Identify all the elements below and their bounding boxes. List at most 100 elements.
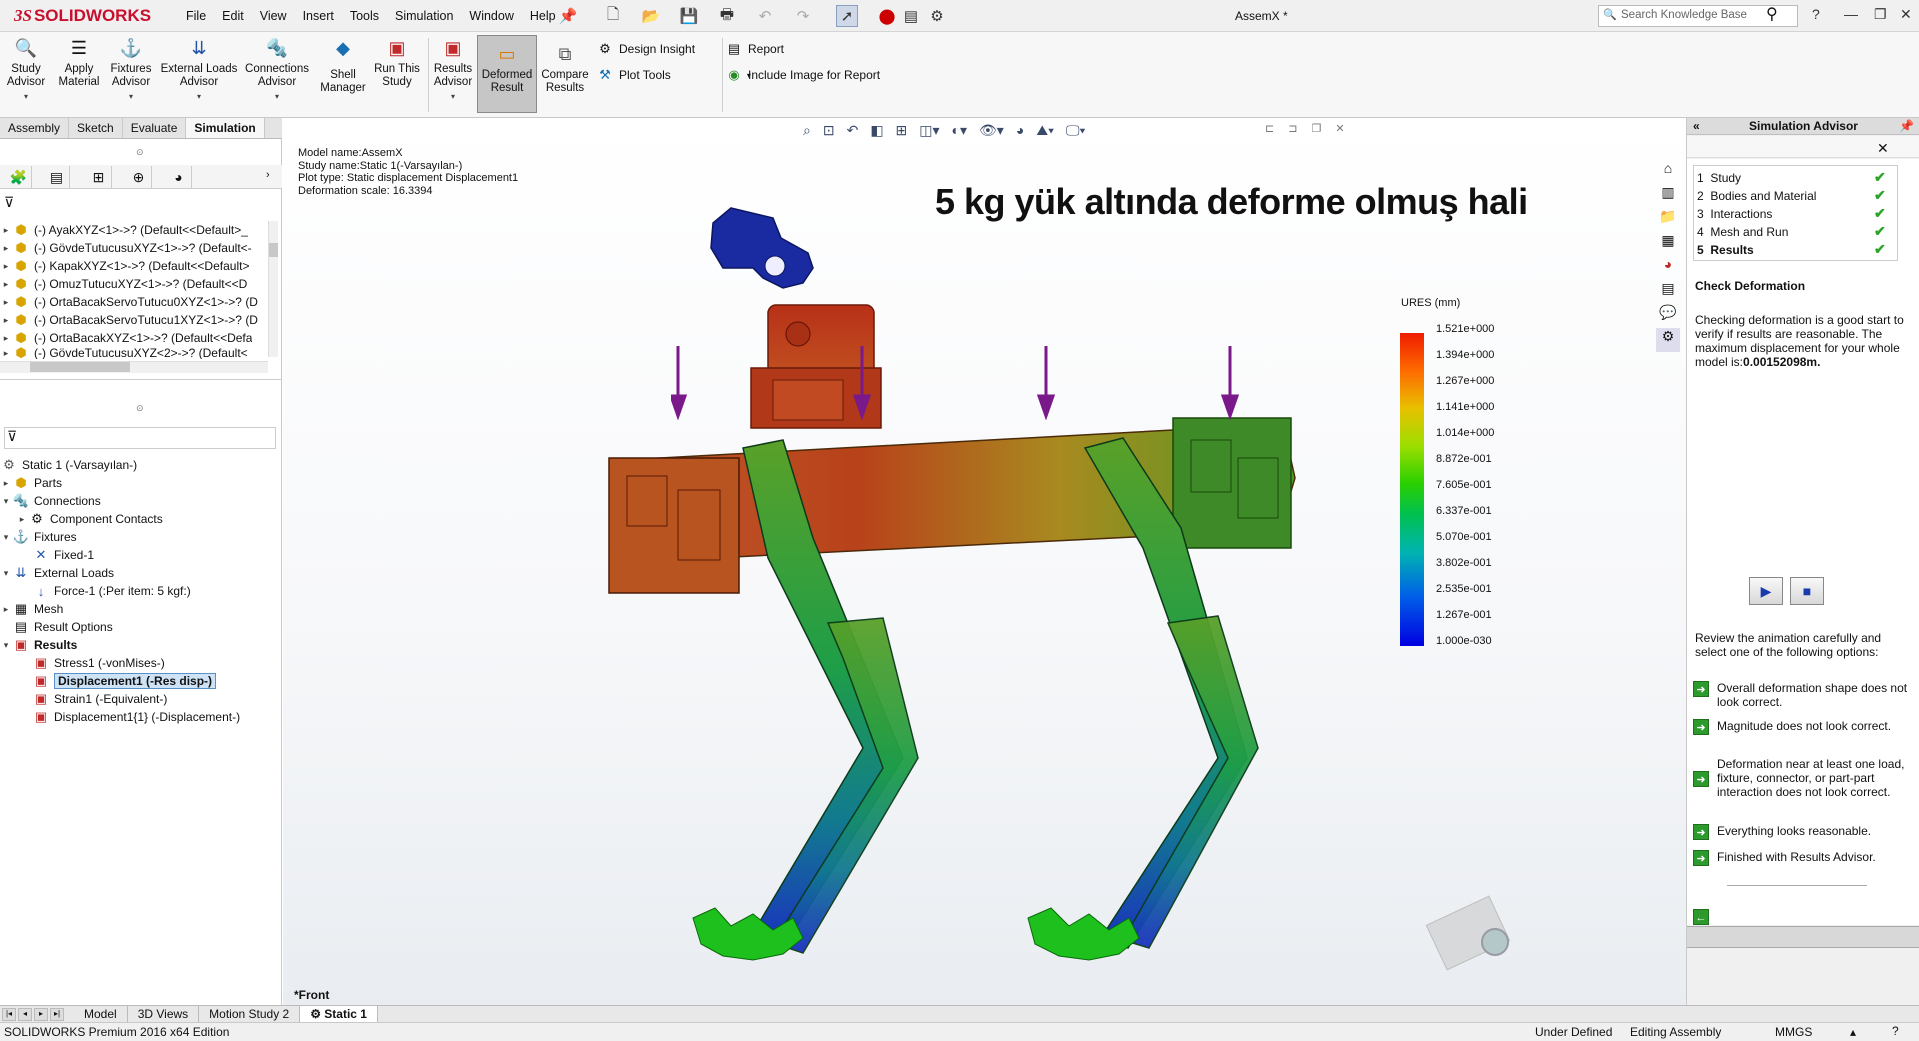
menu-insert[interactable]: Insert — [295, 9, 342, 23]
property-manager-tab-icon[interactable]: ▤ — [44, 166, 70, 188]
appearances-icon[interactable]: ◕ — [1656, 256, 1680, 280]
viewport-close-icon[interactable]: ✕ — [1335, 122, 1344, 135]
zoom-to-fit-icon[interactable]: ⌕ — [803, 122, 811, 139]
previous-view-icon[interactable]: ↶ — [847, 122, 859, 139]
option-magnitude-incorrect[interactable]: ➜ Magnitude does not look correct. — [1693, 719, 1908, 735]
collapse-pane-icon[interactable]: « — [1693, 118, 1700, 135]
home-icon[interactable]: ⌂ — [1656, 160, 1680, 184]
display-style-icon[interactable]: ◐▾ — [952, 122, 967, 139]
rebuild-icon[interactable]: ⬤ — [876, 5, 898, 27]
tab-sketch[interactable]: Sketch — [69, 118, 123, 138]
study-tree-displacement1[interactable]: ▣ Displacement1 (-Res disp-) — [32, 672, 217, 690]
back-button[interactable]: ← — [1693, 909, 1908, 925]
minimize-icon[interactable]: — — [1844, 6, 1858, 22]
study-advisor-button[interactable]: 🔍 Study Advisor ▾ — [4, 36, 48, 114]
help-status-icon[interactable]: ? — [1892, 1024, 1899, 1038]
tree-item[interactable]: ▸ ⬢ (-) GövdeTutucusuXYZ<1>->? (Default<- — [0, 239, 252, 257]
study-tree-fixtures[interactable]: ▾ ⚓ Fixtures — [0, 528, 77, 546]
forum-icon[interactable]: 💬 — [1656, 304, 1680, 328]
prev-tab-icon[interactable]: ◂ — [18, 1007, 32, 1021]
section-view-icon[interactable]: ◧ — [870, 122, 883, 139]
last-tab-icon[interactable]: ▸| — [50, 1007, 64, 1021]
tab-static-1[interactable]: ⚙ Static 1 — [300, 1006, 378, 1022]
study-tree-stress1[interactable]: ▣ Stress1 (-vonMises-) — [32, 654, 165, 672]
study-tree-connections[interactable]: ▾ 🔩 Connections — [0, 492, 101, 510]
panel-splitter-handle[interactable]: ⊙ — [136, 403, 144, 414]
next-tab-icon[interactable]: ▸ — [34, 1007, 48, 1021]
restore-icon[interactable]: ❐ — [1874, 6, 1887, 23]
study-tree-mesh[interactable]: ▸ ▦ Mesh — [0, 600, 64, 618]
close-window-icon[interactable]: ✕ — [1900, 6, 1912, 23]
design-insight-button[interactable]: ⚙ Design Insight — [597, 38, 695, 60]
units-selector[interactable]: MMGS — [1775, 1025, 1812, 1039]
tab-model[interactable]: Model — [74, 1006, 128, 1022]
stop-animation-button[interactable]: ■ — [1790, 577, 1824, 605]
edit-appearance-icon[interactable]: ◕ — [1016, 122, 1024, 139]
panel-expand-icon[interactable]: › — [266, 169, 270, 181]
tab-simulation[interactable]: Simulation — [186, 118, 265, 138]
design-library-icon[interactable]: ▥ — [1656, 184, 1680, 208]
step-results[interactable]: 5 Results — [1697, 243, 1754, 257]
apply-scene-icon[interactable]: ⛰▾ — [1036, 122, 1054, 139]
simulation-advisor-tab-icon[interactable]: ⚙ — [1656, 328, 1680, 352]
deformed-result-button[interactable]: ▭ Deformed Result — [477, 35, 537, 113]
study-tree-root[interactable]: ⚙ Static 1 (-Varsayılan-) — [0, 456, 137, 474]
tree-item[interactable]: ▸ ⬢ (-) AyakXYZ<1>->? (Default<<Default>_ — [0, 221, 248, 239]
apply-material-button[interactable]: ☰ Apply Material — [55, 36, 103, 114]
dynamic-annotation-icon[interactable]: ⊞ — [896, 122, 908, 139]
option-shape-incorrect[interactable]: ➜ Overall deformation shape does not look… — [1693, 681, 1908, 709]
first-tab-icon[interactable]: |◂ — [2, 1007, 16, 1021]
zoom-to-area-icon[interactable]: ⊡ — [823, 122, 835, 139]
viewport-back-icon[interactable]: ⊏ — [1265, 122, 1274, 135]
custom-properties-icon[interactable]: ▤ — [1656, 280, 1680, 304]
tree-item[interactable]: ▸ ⬢ (-) OrtaBacakServoTutucu0XYZ<1>->? (D — [0, 293, 258, 311]
hide-show-items-icon[interactable]: 👁▾ — [979, 122, 1004, 139]
study-tree-external-loads[interactable]: ▾ ⇊ External Loads — [0, 564, 114, 582]
compare-results-button[interactable]: ⧉ Compare Results — [540, 36, 590, 114]
menu-file[interactable]: File — [178, 9, 214, 23]
pin-icon[interactable]: 📌 — [557, 5, 579, 27]
tab-motion-study-2[interactable]: Motion Study 2 — [199, 1006, 301, 1022]
step-study[interactable]: 1 Study — [1697, 171, 1741, 185]
dimxpert-tab-icon[interactable]: ⊕ — [126, 166, 152, 188]
viewport-restore-icon[interactable]: ❐ — [1311, 122, 1321, 135]
option-finished[interactable]: ➜ Finished with Results Advisor. — [1693, 850, 1908, 866]
menu-edit[interactable]: Edit — [214, 9, 252, 23]
menu-tools[interactable]: Tools — [342, 9, 387, 23]
tab-evaluate[interactable]: Evaluate — [123, 118, 187, 138]
step-bodies-and-material[interactable]: 2 Bodies and Material — [1697, 189, 1816, 203]
option-local-deformation-incorrect[interactable]: ➜ Deformation near at least one load, fix… — [1693, 757, 1908, 799]
file-explorer-icon[interactable]: 📁 — [1656, 208, 1680, 232]
play-animation-button[interactable]: ▶ — [1749, 577, 1783, 605]
study-filter-box[interactable]: ⊽ — [4, 427, 276, 449]
study-tree-results[interactable]: ▾ ▣ Results — [0, 636, 78, 654]
report-button[interactable]: ▤ Report — [726, 38, 784, 60]
study-tree-strain1[interactable]: ▣ Strain1 (-Equivalent-) — [32, 690, 168, 708]
solidworks-logo[interactable]: 3S SOLIDWORKS — [14, 4, 151, 28]
option-everything-reasonable[interactable]: ➜ Everything looks reasonable. — [1693, 824, 1908, 840]
display-manager-tab-icon[interactable]: ◕ — [166, 166, 192, 188]
view-palette-icon[interactable]: ▦ — [1656, 232, 1680, 256]
shell-manager-button[interactable]: ◆ Shell Manager — [318, 36, 368, 114]
run-this-study-button[interactable]: ▣ Run This Study — [372, 36, 422, 114]
tree-scrollbar[interactable] — [268, 221, 278, 357]
print-icon[interactable]: 🖶 — [716, 5, 738, 27]
tree-item[interactable]: ▸ ⬢ (-) OrtaBacakServoTutucu1XYZ<1>->? (D — [0, 311, 258, 329]
redo-icon[interactable]: ↷ — [792, 5, 814, 27]
tree-item[interactable]: ▸ ⬢ (-) OmuzTutucuXYZ<1>->? (Default<<D — [0, 275, 248, 293]
tab-3d-views[interactable]: 3D Views — [128, 1006, 200, 1022]
study-tree-result-options[interactable]: ▤ Result Options — [12, 618, 113, 636]
study-tree-parts[interactable]: ▸ ⬢ Parts — [0, 474, 62, 492]
help-icon[interactable]: ? — [1812, 6, 1820, 22]
select-cursor-icon[interactable]: ➚ — [836, 5, 858, 27]
tree-item[interactable]: ▸ ⬢ (-) OrtaBacakXYZ<1>->? (Default<<Defa — [0, 329, 253, 347]
menu-view[interactable]: View — [252, 9, 295, 23]
external-loads-advisor-button[interactable]: ⇊ External Loads Advisor ▾ — [160, 36, 238, 114]
menu-window[interactable]: Window — [461, 9, 521, 23]
connections-advisor-button[interactable]: 🔩 Connections Advisor ▾ — [242, 36, 312, 114]
fixtures-advisor-button[interactable]: ⚓ Fixtures Advisor ▾ — [106, 36, 156, 114]
magnifier-icon[interactable]: ⚲ — [1766, 4, 1778, 24]
view-orientation-icon[interactable]: ◫▾ — [919, 122, 939, 139]
feature-manager-tab-icon[interactable]: 🧩 — [6, 166, 32, 188]
include-image-for-report-button[interactable]: ◉ Include Image for Report — [726, 64, 880, 86]
